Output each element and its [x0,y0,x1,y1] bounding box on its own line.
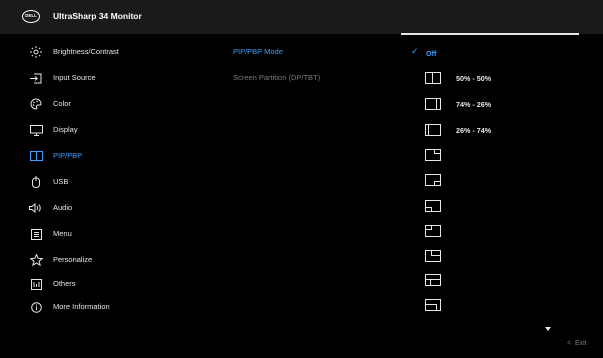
submenu-screen-partition[interactable]: Screen Partition (DP/TBT) [233,73,320,82]
star-icon [29,254,43,266]
pip-bottom-right-icon [425,174,441,186]
option-label: 74% - 26% [456,100,492,109]
option-pbp-26-74[interactable]: 26% - 74% [420,120,580,142]
menu-item-color[interactable]: Color [0,92,210,116]
menu-label: Input Source [53,73,96,82]
scroll-down-arrow-icon[interactable] [545,327,551,331]
header-bar: DELL UltraSharp 34 Monitor [0,0,603,34]
menu-item-others[interactable]: Others [0,272,210,296]
menu-item-usb[interactable]: USB [0,170,210,194]
option-pip-bottom-right[interactable] [420,170,580,192]
menu-label: Menu [53,229,72,238]
option-pbp-layout-8[interactable] [420,270,580,292]
menu-label: Others [53,279,76,288]
pip-bottom-left-icon [425,200,441,212]
pip-top-left-icon [425,225,441,237]
menu-item-pip-pbp[interactable]: PIP/PBP [0,144,210,168]
pip-icon [29,150,43,162]
pbp-layout-7-icon [425,250,441,262]
option-pbp-50-50[interactable]: 50% - 50% [420,68,580,90]
option-label: 26% - 74% [456,126,492,135]
monitor-title: UltraSharp 34 Monitor [53,11,142,21]
option-pip-top-left[interactable] [420,221,580,243]
submenu-pip-pbp-mode[interactable]: PIP/PBP Mode [233,47,283,56]
option-off[interactable]: ✓ Off [411,43,580,65]
pbp-layout-8-icon [425,274,441,286]
menu-item-display[interactable]: Display [0,118,210,142]
pbp-74-26-icon [425,98,441,110]
menu-item-audio[interactable]: Audio [0,196,210,220]
option-pbp-layout-7[interactable] [420,246,580,268]
menu-item-brightness-contrast[interactable]: Brightness/Contrast [0,40,210,64]
palette-icon [29,98,43,110]
dell-logo: DELL [22,10,40,23]
exit-button[interactable]: < Exit [567,340,587,347]
info-icon [29,301,43,313]
menu-label: Brightness/Contrast [53,47,119,56]
menu-label: Display [53,125,78,134]
usb-icon [29,176,43,188]
checkmark-icon: ✓ [411,46,419,56]
menu-label: Audio [53,203,73,212]
pbp-50-50-icon [425,72,441,84]
menu-item-more-information[interactable]: More Information [0,295,210,319]
menu-label: Personalize [53,255,93,264]
option-pbp-74-26[interactable]: 74% - 26% [420,94,580,116]
exit-label: Exit [574,340,587,347]
others-icon [29,278,43,290]
menu-item-personalize[interactable]: Personalize [0,248,210,272]
option-pip-top-right[interactable] [420,145,580,167]
option-label: 50% - 50% [456,74,492,83]
menu-icon [29,228,43,240]
option-pip-bottom-left[interactable] [420,196,580,218]
header-divider [401,33,579,35]
menu-label: Color [53,99,71,108]
menu-item-input-source[interactable]: Input Source [0,66,210,90]
menu-label: More Information [53,302,110,311]
input-source-icon [29,72,43,84]
option-off-label: Off [426,49,437,58]
menu-item-menu[interactable]: Menu [0,222,210,246]
menu-label: PIP/PBP [53,151,83,160]
pip-top-right-icon [425,149,441,161]
menu-label: USB [53,177,69,186]
pbp-26-74-icon [425,124,441,136]
sun-icon [29,46,43,58]
speaker-icon [29,202,43,214]
option-pbp-layout-9[interactable] [420,295,580,317]
logo-text: DELL [25,13,37,18]
monitor-icon [29,124,43,136]
pbp-layout-9-icon [425,299,441,311]
